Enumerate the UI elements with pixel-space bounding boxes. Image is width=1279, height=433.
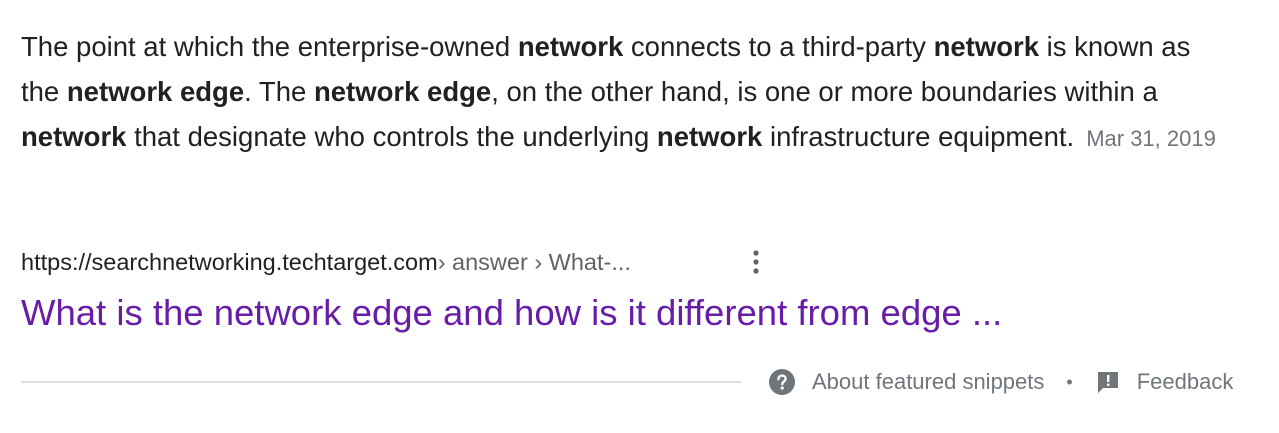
snippet-highlight: network edge [313, 76, 492, 107]
snippet-text: connects to a third-party [623, 31, 934, 62]
snippet-text: The point at which the enterprise-owned [21, 31, 518, 62]
help-circle-icon[interactable] [768, 368, 796, 396]
cite-path: › answer › What-... [437, 248, 631, 275]
footer-separator: • [1066, 371, 1073, 392]
feedback-link[interactable]: Feedback [1137, 369, 1234, 395]
feedback-icon[interactable] [1095, 369, 1121, 395]
snippet-highlight: network [517, 31, 624, 62]
result-breadcrumb[interactable]: https://searchnetworking.techtarget.com … [21, 246, 631, 278]
cite-host: https://searchnetworking.techtarget.com [21, 248, 438, 275]
featured-snippet-text: The point at which the enterprise-owned … [21, 24, 1221, 161]
snippet-footer: About featured snippets • Feedback [768, 366, 1233, 398]
snippet-text: that designate who controls the underlyi… [126, 121, 657, 152]
snippet-date: Mar 31, 2019 [1086, 126, 1216, 151]
more-options-icon[interactable] [748, 248, 764, 276]
result-title-link[interactable]: What is the network edge and how is it d… [21, 290, 1002, 336]
snippet-highlight: network edge [66, 76, 245, 107]
snippet-highlight: network [656, 121, 763, 152]
snippet-text: , on the other hand, is one or more boun… [491, 76, 1158, 107]
snippet-text: infrastructure equipment. [762, 121, 1075, 152]
footer-divider [21, 381, 741, 383]
snippet-body: The point at which the enterprise-owned … [21, 31, 1190, 152]
snippet-text: . The [244, 76, 314, 107]
snippet-highlight: network [933, 31, 1039, 62]
snippet-highlight: network [21, 121, 127, 152]
about-featured-snippets-link[interactable]: About featured snippets [812, 369, 1044, 395]
